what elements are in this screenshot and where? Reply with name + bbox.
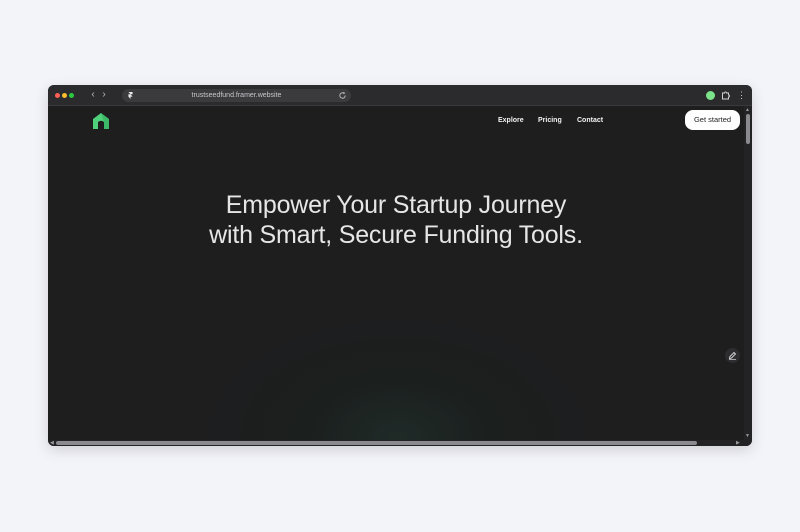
nav-explore-link[interactable]: Explore <box>498 116 524 125</box>
minimize-window-button[interactable] <box>62 93 67 98</box>
house-arch-logo-icon[interactable] <box>92 112 110 129</box>
url-text: trustseedfund.framer.website <box>191 92 282 99</box>
back-arrow-icon[interactable]: ‹ <box>88 89 98 101</box>
close-window-button[interactable] <box>55 93 60 98</box>
horizontal-scrollbar[interactable]: ◀ ▶ <box>48 440 752 446</box>
reload-icon[interactable] <box>338 91 347 100</box>
browser-toolbar: ‹ › trustseedfund.framer.website ⋮ <box>48 85 752 106</box>
horizontal-scroll-thumb[interactable] <box>56 441 697 445</box>
scroll-right-arrow-icon[interactable]: ▶ <box>736 440 740 446</box>
vertical-scrollbar[interactable]: ▲ ▼ <box>744 106 752 440</box>
forward-arrow-icon[interactable]: › <box>99 89 109 101</box>
scroll-left-arrow-icon[interactable]: ◀ <box>50 440 54 446</box>
hero-line-1: Empower Your Startup Journey <box>225 191 567 219</box>
address-bar[interactable]: trustseedfund.framer.website <box>122 89 351 102</box>
scroll-up-arrow-icon[interactable]: ▲ <box>745 107 750 113</box>
browser-menu-icon[interactable]: ⋮ <box>737 89 746 101</box>
extension-icon[interactable] <box>706 91 715 100</box>
hero-headline: Empower Your Startup Journey with Smart,… <box>48 190 744 250</box>
scroll-down-arrow-icon[interactable]: ▼ <box>745 433 750 439</box>
page-viewport: Explore Pricing Contact Get started Empo… <box>48 106 744 440</box>
get-started-button[interactable]: Get started <box>685 110 740 130</box>
browser-window: ‹ › trustseedfund.framer.website ⋮ Explo… <box>48 85 752 446</box>
edit-button[interactable] <box>725 348 740 363</box>
vertical-scroll-thumb[interactable] <box>746 114 750 144</box>
pencil-icon <box>728 351 737 360</box>
hero-line-2: with Smart, Secure Funding Tools. <box>209 221 583 249</box>
puzzle-extensions-icon[interactable] <box>721 90 731 100</box>
nav-pricing-link[interactable]: Pricing <box>538 116 562 125</box>
nav-contact-link[interactable]: Contact <box>577 116 603 125</box>
maximize-window-button[interactable] <box>69 93 74 98</box>
